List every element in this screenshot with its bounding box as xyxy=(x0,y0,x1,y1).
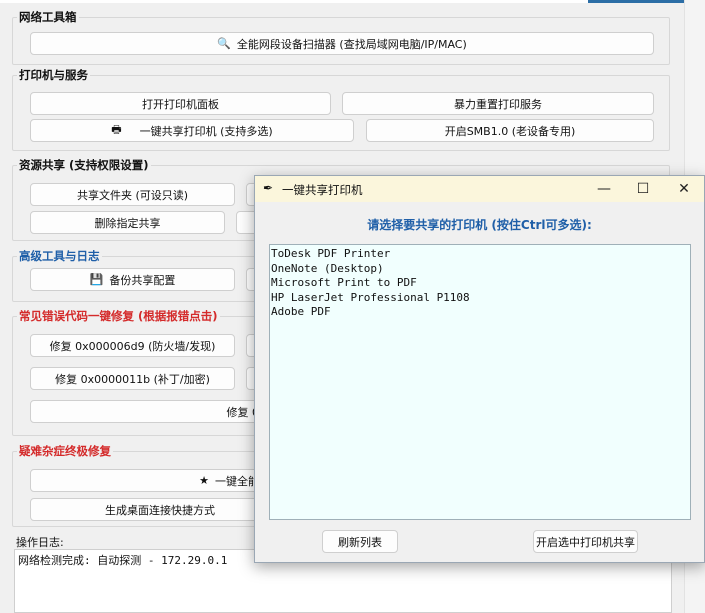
enable-printer-share-label: 开启选中打印机共享 xyxy=(536,535,635,549)
star-icon: ★ xyxy=(199,474,209,487)
open-printer-panel-label: 打开打印机面板 xyxy=(142,97,219,111)
fix-6d9-label: 修复 0x000006d9 (防火墙/发现) xyxy=(49,339,216,353)
enable-smb1-label: 开启SMB1.0 (老设备专用) xyxy=(444,124,576,138)
group-title-ultimate: 疑难杂症终极修复 xyxy=(17,444,113,459)
printer-item[interactable]: ToDesk PDF Printer xyxy=(271,247,689,262)
desktop-shortcut-button[interactable]: 生成桌面连接快捷方式 xyxy=(30,498,266,521)
reset-print-service-button[interactable]: 暴力重置打印服务 xyxy=(342,92,654,115)
dialog-titlebar[interactable]: ✒ 一键共享打印机 — ☐ ✕ xyxy=(255,176,704,202)
group-title-share: 资源共享 (支持权限设置) xyxy=(17,158,151,173)
share-folder-button[interactable]: 共享文件夹 (可设只读) xyxy=(30,183,235,206)
share-printer-label: 一键共享打印机 (支持多选) xyxy=(139,124,273,138)
printer-listbox[interactable]: ToDesk PDF Printer OneNote (Desktop) Mic… xyxy=(269,244,691,520)
group-title-errors: 常见错误代码一键修复 (根据报错点击) xyxy=(17,309,220,324)
dialog-instruction: 请选择要共享的打印机 (按住Ctrl可多选): xyxy=(367,218,592,232)
printer-item[interactable]: HP LaserJet Professional P1108 xyxy=(271,291,689,306)
backup-config-button[interactable]: 💾 备份共享配置 xyxy=(30,268,235,291)
floppy-disk-icon: 💾 xyxy=(89,273,104,286)
group-title-printer: 打印机与服务 xyxy=(17,68,90,83)
share-printer-dialog: ✒ 一键共享打印机 — ☐ ✕ 请选择要共享的打印机 (按住Ctrl可多选): … xyxy=(254,175,705,563)
enable-smb1-button[interactable]: 开启SMB1.0 (老设备专用) xyxy=(366,119,654,142)
close-icon[interactable]: ✕ xyxy=(664,176,704,202)
refresh-list-button[interactable]: 刷新列表 xyxy=(322,530,398,553)
lan-scanner-label: 全能网段设备扫描器 (查找局域网电脑/IP/MAC) xyxy=(236,37,467,51)
group-title-network: 网络工具箱 xyxy=(17,10,79,25)
focus-accent xyxy=(588,0,684,3)
feather-icon: ✒ xyxy=(263,181,274,195)
refresh-list-label: 刷新列表 xyxy=(338,535,382,549)
log-label: 操作日志: xyxy=(16,536,64,549)
log-line: 网络检测完成: 自动探测 - 172.29.0.1 xyxy=(18,554,228,567)
open-printer-panel-button[interactable]: 打开打印机面板 xyxy=(30,92,331,115)
fix-11b-label: 修复 0x0000011b (补丁/加密) xyxy=(55,372,210,386)
search-icon: 🔍 xyxy=(217,37,231,50)
delete-share-button[interactable]: 删除指定共享 xyxy=(30,211,225,234)
printer-icon: 🖶 xyxy=(111,123,122,136)
fix-11b-button[interactable]: 修复 0x0000011b (补丁/加密) xyxy=(30,367,235,390)
printer-item[interactable]: Microsoft Print to PDF xyxy=(271,276,689,291)
window-top-edge xyxy=(0,0,684,3)
lan-scanner-button[interactable]: 🔍 全能网段设备扫描器 (查找局域网电脑/IP/MAC) xyxy=(30,32,654,55)
backup-config-label: 备份共享配置 xyxy=(109,273,176,287)
minimize-icon[interactable]: — xyxy=(584,176,624,202)
share-folder-label: 共享文件夹 (可设只读) xyxy=(76,188,189,202)
maximize-icon[interactable]: ☐ xyxy=(623,176,663,202)
fix-6d9-button[interactable]: 修复 0x000006d9 (防火墙/发现) xyxy=(30,334,235,357)
one-click-repair-button[interactable]: ★ 一键全能 xyxy=(30,469,266,492)
reset-print-service-label: 暴力重置打印服务 xyxy=(454,97,542,111)
one-click-repair-label: 一键全能 xyxy=(215,474,259,488)
dialog-title: 一键共享打印机 xyxy=(282,183,363,197)
delete-share-label: 删除指定共享 xyxy=(94,216,161,230)
group-title-advanced: 高级工具与日志 xyxy=(17,249,102,264)
fix-more-button[interactable]: 修复 0 xyxy=(30,400,266,423)
share-printer-button[interactable]: 🖶 一键共享打印机 (支持多选) xyxy=(30,119,354,142)
printer-item[interactable]: Adobe PDF xyxy=(271,305,689,320)
printer-item[interactable]: OneNote (Desktop) xyxy=(271,262,689,277)
desktop-shortcut-label: 生成桌面连接快捷方式 xyxy=(105,503,215,517)
enable-printer-share-button[interactable]: 开启选中打印机共享 xyxy=(533,530,638,553)
